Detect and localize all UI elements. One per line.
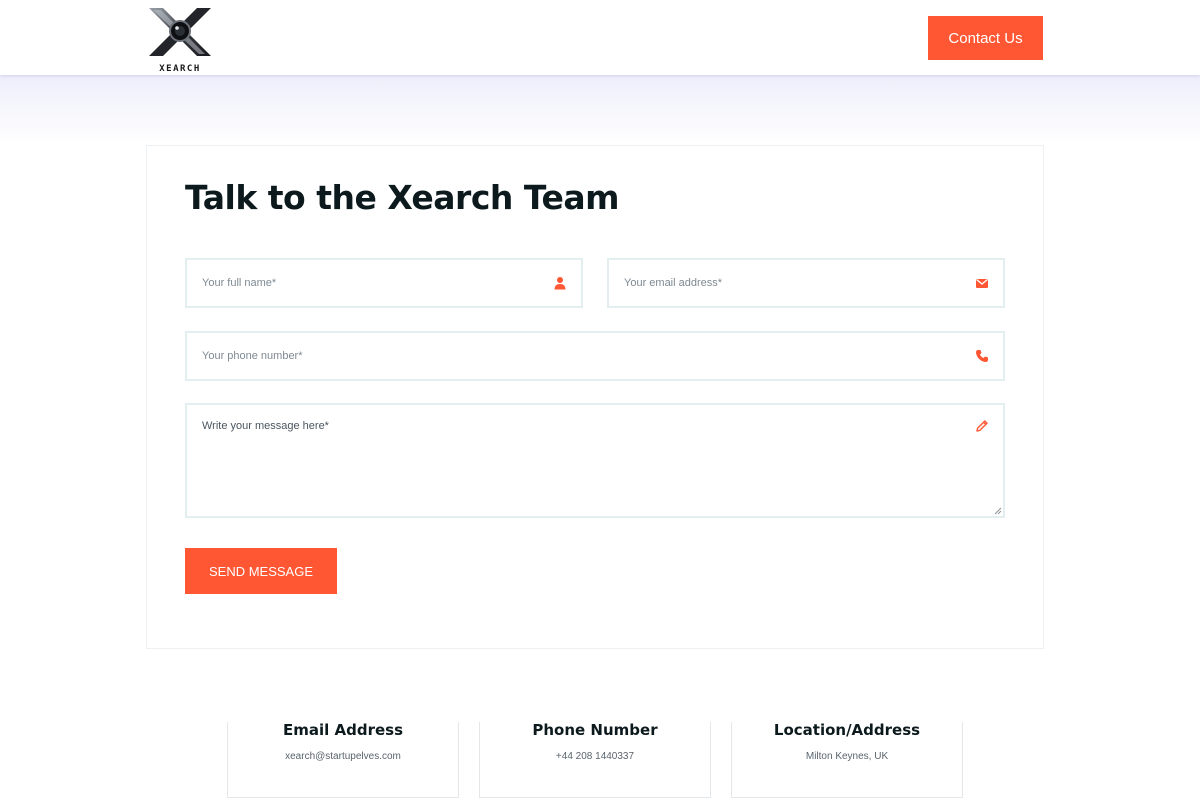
phone-icon	[976, 350, 988, 362]
logo[interactable]: XEARCH	[147, 8, 213, 74]
location-address-title: Location/Address	[773, 721, 921, 739]
envelope-icon	[976, 278, 988, 288]
pencil-icon	[976, 420, 988, 432]
form-title: Talk to the Xearch Team	[185, 178, 620, 217]
site-header: XEARCH Contact Us	[0, 0, 1200, 75]
phone-placeholder: Your phone number*	[202, 350, 303, 362]
message-textarea[interactable]: Write your message here*	[185, 403, 1005, 518]
location-address-value: Milton Keynes, UK	[805, 751, 889, 762]
resize-grip-icon[interactable]	[994, 507, 1002, 515]
hero-band	[0, 75, 1200, 145]
contact-form-card: Talk to the Xearch Team Your full name* …	[146, 145, 1044, 649]
logo-text: XEARCH	[159, 64, 201, 74]
phone-number-title: Phone Number	[532, 721, 658, 739]
email-address-title: Email Address	[282, 721, 403, 739]
email-address-card: Email Address xearch@startupelves.com	[227, 721, 459, 798]
phone-number-card: Phone Number +44 208 1440337	[479, 721, 711, 798]
email-input[interactable]: Your email address*	[607, 258, 1005, 308]
full-name-placeholder: Your full name*	[202, 277, 277, 289]
email-address-value: xearch@startupelves.com	[285, 751, 401, 762]
user-icon	[554, 277, 566, 290]
full-name-input[interactable]: Your full name*	[185, 258, 583, 308]
xearch-logo-icon	[149, 8, 211, 56]
message-placeholder: Write your message here*	[202, 420, 329, 432]
send-message-button[interactable]: SEND MESSAGE	[185, 548, 337, 594]
phone-number-value: +44 208 1440337	[555, 751, 635, 762]
phone-input[interactable]: Your phone number*	[185, 331, 1005, 381]
contact-us-button[interactable]: Contact Us	[928, 16, 1043, 60]
email-placeholder: Your email address*	[624, 277, 723, 289]
location-address-card: Location/Address Milton Keynes, UK	[731, 721, 963, 798]
